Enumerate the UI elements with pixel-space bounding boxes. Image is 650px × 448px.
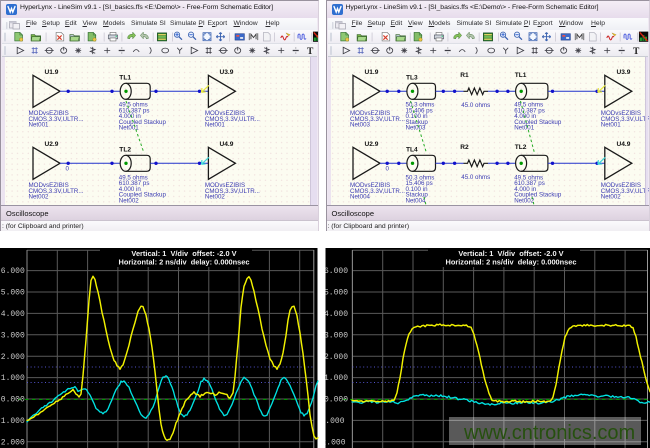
- svg-text:T: T: [307, 47, 314, 57]
- svg-text:1.000: 1.000: [324, 374, 348, 383]
- svg-text:Net002: Net002: [600, 194, 621, 201]
- svg-text:Net002: Net002: [205, 194, 226, 201]
- svg-text:Net001: Net001: [514, 125, 535, 132]
- svg-text:Net004: Net004: [350, 194, 371, 201]
- svg-text:0.000: 0.000: [1, 396, 25, 405]
- svg-text:Net002: Net002: [29, 194, 50, 201]
- svg-text:R2: R2: [460, 144, 469, 151]
- svg-text:Horizontal: 2 ns/div delay: 0: Horizontal: 2 ns/div delay: 0.000nsec: [445, 257, 576, 266]
- svg-text:U1.9: U1.9: [364, 69, 378, 76]
- svg-text:TL4: TL4: [406, 147, 418, 154]
- svg-text:Net001: Net001: [29, 122, 50, 129]
- svg-text:Net002: Net002: [119, 198, 140, 205]
- svg-text:.000: .000: [325, 417, 344, 426]
- svg-text:T: T: [633, 47, 640, 57]
- svg-text:Net001: Net001: [600, 122, 621, 129]
- svg-text:Net004: Net004: [405, 198, 426, 205]
- svg-text:Net002: Net002: [514, 198, 535, 205]
- svg-text:6.000: 6.000: [1, 267, 25, 276]
- svg-text:TL1: TL1: [514, 72, 526, 79]
- svg-text:0.000: 0.000: [324, 396, 348, 405]
- svg-text:2.000: 2.000: [1, 438, 25, 447]
- svg-text:U2.9: U2.9: [45, 141, 59, 148]
- svg-text:U3.9: U3.9: [616, 69, 630, 76]
- svg-text:Net001: Net001: [205, 122, 226, 129]
- svg-text:TL2: TL2: [514, 144, 526, 151]
- svg-text:45.0 ohms: 45.0 ohms: [461, 174, 490, 181]
- svg-text:U1.9: U1.9: [45, 69, 59, 76]
- svg-text:2.000: 2.000: [1, 353, 25, 362]
- svg-text:Vertical: 1 V/div offset: -2: Vertical: 1 V/div offset: -2.0 V: [458, 249, 563, 258]
- svg-text:2.000: 2.000: [321, 438, 345, 447]
- svg-text:1.000: 1.000: [1, 417, 25, 426]
- svg-text:2.000: 2.000: [324, 353, 348, 362]
- svg-text:45.0 ohms: 45.0 ohms: [461, 102, 490, 109]
- svg-text:www.cntronics.com: www.cntronics.com: [463, 422, 635, 444]
- svg-text:U2.9: U2.9: [364, 141, 378, 148]
- svg-text:5.000: 5.000: [324, 289, 348, 298]
- svg-text:Net003: Net003: [405, 125, 426, 132]
- svg-text:3.000: 3.000: [324, 331, 348, 340]
- svg-text:U3.9: U3.9: [220, 69, 234, 76]
- svg-text:4.000: 4.000: [324, 310, 348, 319]
- svg-text:Horizontal: 2 ns/div delay: 0: Horizontal: 2 ns/div delay: 0.000nsec: [118, 257, 249, 266]
- svg-text:4.000: 4.000: [1, 310, 25, 319]
- svg-text:3.000: 3.000: [1, 331, 25, 340]
- svg-text:0: 0: [66, 166, 70, 173]
- svg-text:6.000: 6.000: [324, 267, 348, 276]
- svg-text:Vertical: 1 V/div offset: -2: Vertical: 1 V/div offset: -2.0 V: [131, 249, 236, 258]
- svg-text:0: 0: [385, 166, 389, 173]
- svg-text:TL3: TL3: [406, 75, 418, 82]
- svg-text:U4.9: U4.9: [616, 141, 630, 148]
- svg-text:TL1: TL1: [119, 75, 131, 82]
- svg-text:5.000: 5.000: [1, 289, 25, 298]
- svg-text:R1: R1: [460, 72, 469, 79]
- svg-text:TL2: TL2: [119, 147, 131, 154]
- svg-text:U4.9: U4.9: [220, 141, 234, 148]
- svg-text:Net003: Net003: [350, 122, 371, 129]
- svg-text:1.000: 1.000: [1, 374, 25, 383]
